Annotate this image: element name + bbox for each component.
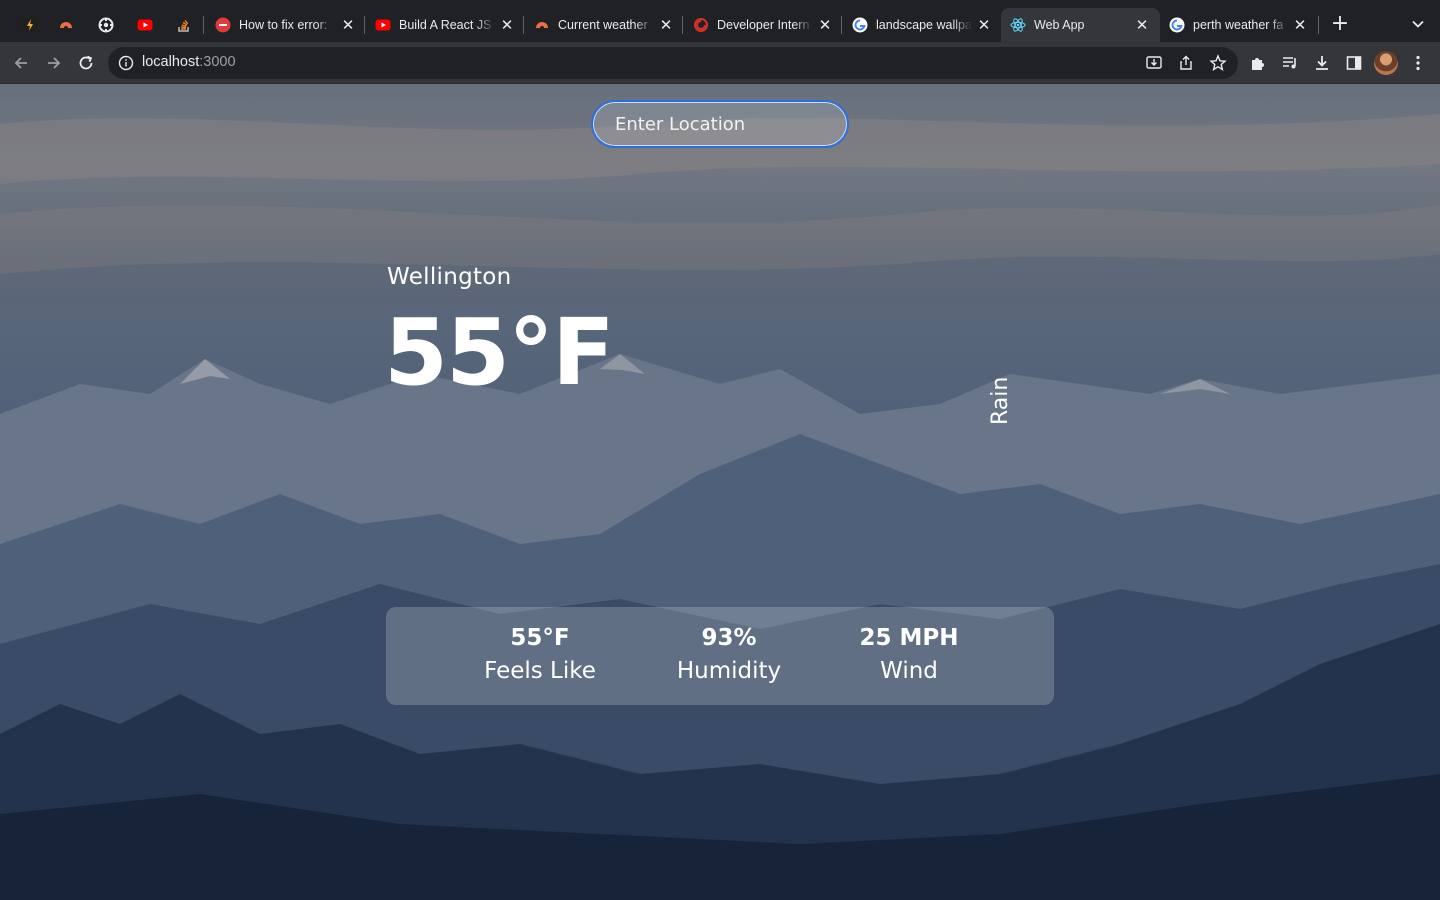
tab-search-chevron-icon[interactable] <box>1406 12 1430 36</box>
tab-how-to-fix-error[interactable]: How to fix error: ✕ <box>206 8 366 42</box>
profile-avatar[interactable] <box>1374 51 1398 75</box>
url-port: :3000 <box>199 54 236 70</box>
red-circle-icon <box>215 17 231 33</box>
tab-title: How to fix error: <box>239 18 328 32</box>
tab-build-react[interactable]: Build A React JS ✕ <box>366 8 525 42</box>
browser-toolbar: localhost:3000 <box>0 42 1440 84</box>
close-tab-icon[interactable]: ✕ <box>658 17 674 33</box>
side-panel-icon[interactable] <box>1342 51 1366 75</box>
humidity-stat: 93% Humidity <box>664 623 794 689</box>
media-queue-icon[interactable] <box>1278 51 1302 75</box>
close-tab-icon[interactable]: ✕ <box>499 17 515 33</box>
tab-title: landscape wallpa <box>876 18 972 32</box>
tab-pinned-youtube[interactable] <box>127 8 163 42</box>
share-icon[interactable] <box>1174 51 1198 75</box>
feels-like-value: 55°F <box>510 625 570 651</box>
location-search-input[interactable] <box>591 100 849 148</box>
wind-stat: 25 MPH Wind <box>844 623 974 689</box>
openweather-icon <box>58 17 74 33</box>
wind-value: 25 MPH <box>859 625 959 651</box>
reload-icon[interactable] <box>74 51 98 75</box>
downloads-icon[interactable] <box>1310 51 1334 75</box>
site-info-icon[interactable] <box>118 55 134 71</box>
tab-developer-intern[interactable]: Developer Intern ✕ <box>684 8 843 42</box>
background-overlay <box>0 84 1440 900</box>
weather-condition: Rain <box>988 376 1013 425</box>
extensions-icon[interactable] <box>1246 51 1270 75</box>
react-icon <box>1010 17 1026 33</box>
tab-pinned-openweather[interactable] <box>48 8 84 42</box>
forward-icon[interactable] <box>42 51 66 75</box>
tab-title: Current weather <box>558 18 648 32</box>
google-icon <box>1169 17 1185 33</box>
install-app-icon[interactable] <box>1142 51 1166 75</box>
tab-title: Developer Intern <box>717 18 810 32</box>
openweather-icon <box>534 17 550 33</box>
tab-pinned-settings[interactable] <box>88 8 124 42</box>
tab-title: perth weather fa <box>1193 18 1284 32</box>
humidity-label: Humidity <box>676 658 782 684</box>
bookmark-star-icon[interactable] <box>1206 51 1230 75</box>
url-text: localhost:3000 <box>142 54 236 70</box>
red-swirl-icon <box>693 17 709 33</box>
browser-menu-icon[interactable] <box>1406 51 1430 75</box>
tab-current-weather[interactable]: Current weather ✕ <box>525 8 684 42</box>
weather-stats-panel: 55°F Feels Like 93% Humidity 25 MPH Wind <box>386 607 1054 705</box>
url-host: localhost <box>142 54 200 70</box>
tab-pinned-bolt[interactable] <box>12 8 48 42</box>
tab-landscape-wallpaper[interactable]: landscape wallpa ✕ <box>843 8 1002 42</box>
bolt-app-icon <box>22 17 38 33</box>
tab-pinned-stackoverflow[interactable] <box>166 8 202 42</box>
weather-app-page: Wellington 55°F Rain 55°F Feels Like 93%… <box>0 84 1440 900</box>
wind-label: Wind <box>880 658 938 684</box>
youtube-icon <box>375 17 391 33</box>
tab-strip: How to fix error: ✕ Build A React JS ✕ C… <box>0 0 1440 42</box>
back-icon[interactable] <box>9 51 33 75</box>
tab-perth-weather[interactable]: perth weather fa ✕ <box>1160 8 1318 42</box>
google-icon <box>852 17 868 33</box>
address-bar[interactable]: localhost:3000 <box>108 47 1238 79</box>
current-temperature: 55°F <box>384 299 615 406</box>
feels-like-label: Feels Like <box>484 658 596 684</box>
close-tab-icon[interactable]: ✕ <box>1292 17 1308 33</box>
tab-title: Build A React JS <box>399 18 492 32</box>
close-tab-icon[interactable]: ✕ <box>976 17 992 33</box>
close-tab-icon[interactable]: ✕ <box>1134 17 1150 33</box>
tab-web-app[interactable]: Web App ✕ <box>1001 8 1160 42</box>
humidity-value: 93% <box>701 625 757 651</box>
city-name: Wellington <box>387 264 512 290</box>
stackoverflow-icon <box>176 17 192 33</box>
tab-title: Web App <box>1034 18 1085 32</box>
close-tab-icon[interactable]: ✕ <box>817 17 833 33</box>
feels-like-stat: 55°F Feels Like <box>470 623 610 689</box>
new-tab-icon[interactable]: + <box>1328 12 1352 36</box>
youtube-icon <box>137 17 153 33</box>
close-tab-icon[interactable]: ✕ <box>340 17 356 33</box>
settings-app-icon <box>98 17 114 33</box>
